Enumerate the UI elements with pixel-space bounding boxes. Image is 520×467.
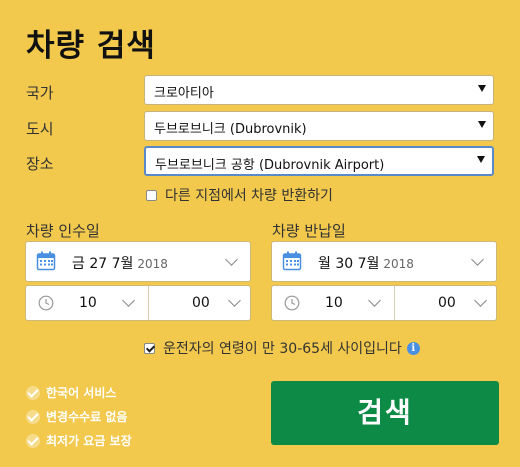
chevron-down-icon bbox=[225, 253, 238, 266]
search-button[interactable]: 검색 bbox=[271, 381, 499, 445]
chevron-down-icon bbox=[122, 294, 135, 307]
check-icon bbox=[26, 385, 40, 400]
feature-item: 최저가 요금 보장 bbox=[26, 432, 132, 449]
country-label: 국가 bbox=[26, 84, 54, 102]
dropdown-arrow-icon bbox=[478, 85, 486, 92]
city-label: 도시 bbox=[26, 120, 54, 138]
dropoff-minute-value[interactable]: 00 bbox=[438, 295, 456, 311]
check-icon bbox=[26, 433, 40, 448]
calendar-icon bbox=[36, 251, 56, 271]
dropoff-time-field[interactable]: 10 00 bbox=[271, 285, 497, 321]
return-other-location-row[interactable]: 다른 지점에서 차량 반환하기 bbox=[146, 185, 333, 205]
pickup-date-field[interactable]: 금 27 7월 2018 bbox=[25, 241, 251, 282]
dropoff-hour-value[interactable]: 10 bbox=[325, 295, 343, 311]
location-label: 장소 bbox=[26, 155, 54, 173]
time-divider bbox=[148, 286, 149, 320]
dropoff-date-field[interactable]: 월 30 7월 2018 bbox=[271, 241, 497, 282]
pickup-time-field[interactable]: 10 00 bbox=[25, 285, 251, 321]
city-select[interactable]: 두브로브니크 (Dubrovnik) bbox=[144, 111, 494, 141]
feature-item: 변경수수료 없음 bbox=[26, 408, 132, 425]
calendar-icon bbox=[282, 251, 302, 271]
dropdown-arrow-icon bbox=[477, 156, 485, 163]
pickup-date-value: 금 27 7월 bbox=[72, 256, 134, 272]
clock-icon bbox=[284, 295, 300, 311]
page-title: 차량 검색 bbox=[26, 28, 156, 64]
pickup-minute-value[interactable]: 00 bbox=[192, 295, 210, 311]
pickup-year-value: 2018 bbox=[137, 257, 168, 271]
dropoff-year-value: 2018 bbox=[383, 257, 414, 271]
driver-age-checkbox[interactable] bbox=[144, 342, 155, 354]
pickup-date-label: 차량 인수일 bbox=[26, 222, 100, 240]
city-select-value: 두브로브니크 (Dubrovnik) bbox=[154, 122, 307, 137]
dropoff-date-text: 월 30 7월 2018 bbox=[318, 253, 414, 273]
feature-label: 한국어 서비스 bbox=[46, 386, 117, 400]
dropdown-arrow-icon bbox=[478, 121, 486, 128]
country-select-value: 크로아티아 bbox=[154, 86, 214, 101]
feature-label: 최저가 요금 보장 bbox=[46, 434, 132, 448]
feature-item: 한국어 서비스 bbox=[26, 384, 132, 401]
check-icon bbox=[26, 409, 40, 424]
chevron-down-icon bbox=[228, 294, 241, 307]
pickup-date-text: 금 27 7월 2018 bbox=[72, 253, 168, 273]
driver-age-row[interactable]: 운전자의 연령이 만 30-65세 사이입니다 i bbox=[144, 338, 420, 358]
chevron-down-icon bbox=[474, 294, 487, 307]
info-icon[interactable]: i bbox=[406, 341, 420, 355]
chevron-down-icon bbox=[368, 294, 381, 307]
location-select-value: 두브로브니크 공항 (Dubrovnik Airport) bbox=[155, 158, 385, 173]
dropoff-date-value: 월 30 7월 bbox=[318, 256, 380, 272]
features-list: 한국어 서비스 변경수수료 없음 최저가 요금 보장 bbox=[26, 384, 132, 456]
chevron-down-icon bbox=[471, 253, 484, 266]
time-divider bbox=[394, 286, 395, 320]
driver-age-label: 운전자의 연령이 만 30-65세 사이입니다 bbox=[163, 341, 402, 357]
return-other-location-checkbox[interactable] bbox=[146, 189, 157, 201]
return-other-location-label: 다른 지점에서 차량 반환하기 bbox=[165, 188, 333, 204]
clock-icon bbox=[38, 295, 54, 311]
feature-label: 변경수수료 없음 bbox=[46, 410, 128, 424]
dropoff-date-label: 차량 반납일 bbox=[272, 222, 346, 240]
location-select[interactable]: 두브로브니크 공항 (Dubrovnik Airport) bbox=[144, 146, 494, 176]
pickup-hour-value[interactable]: 10 bbox=[79, 295, 97, 311]
country-select[interactable]: 크로아티아 bbox=[144, 75, 494, 105]
